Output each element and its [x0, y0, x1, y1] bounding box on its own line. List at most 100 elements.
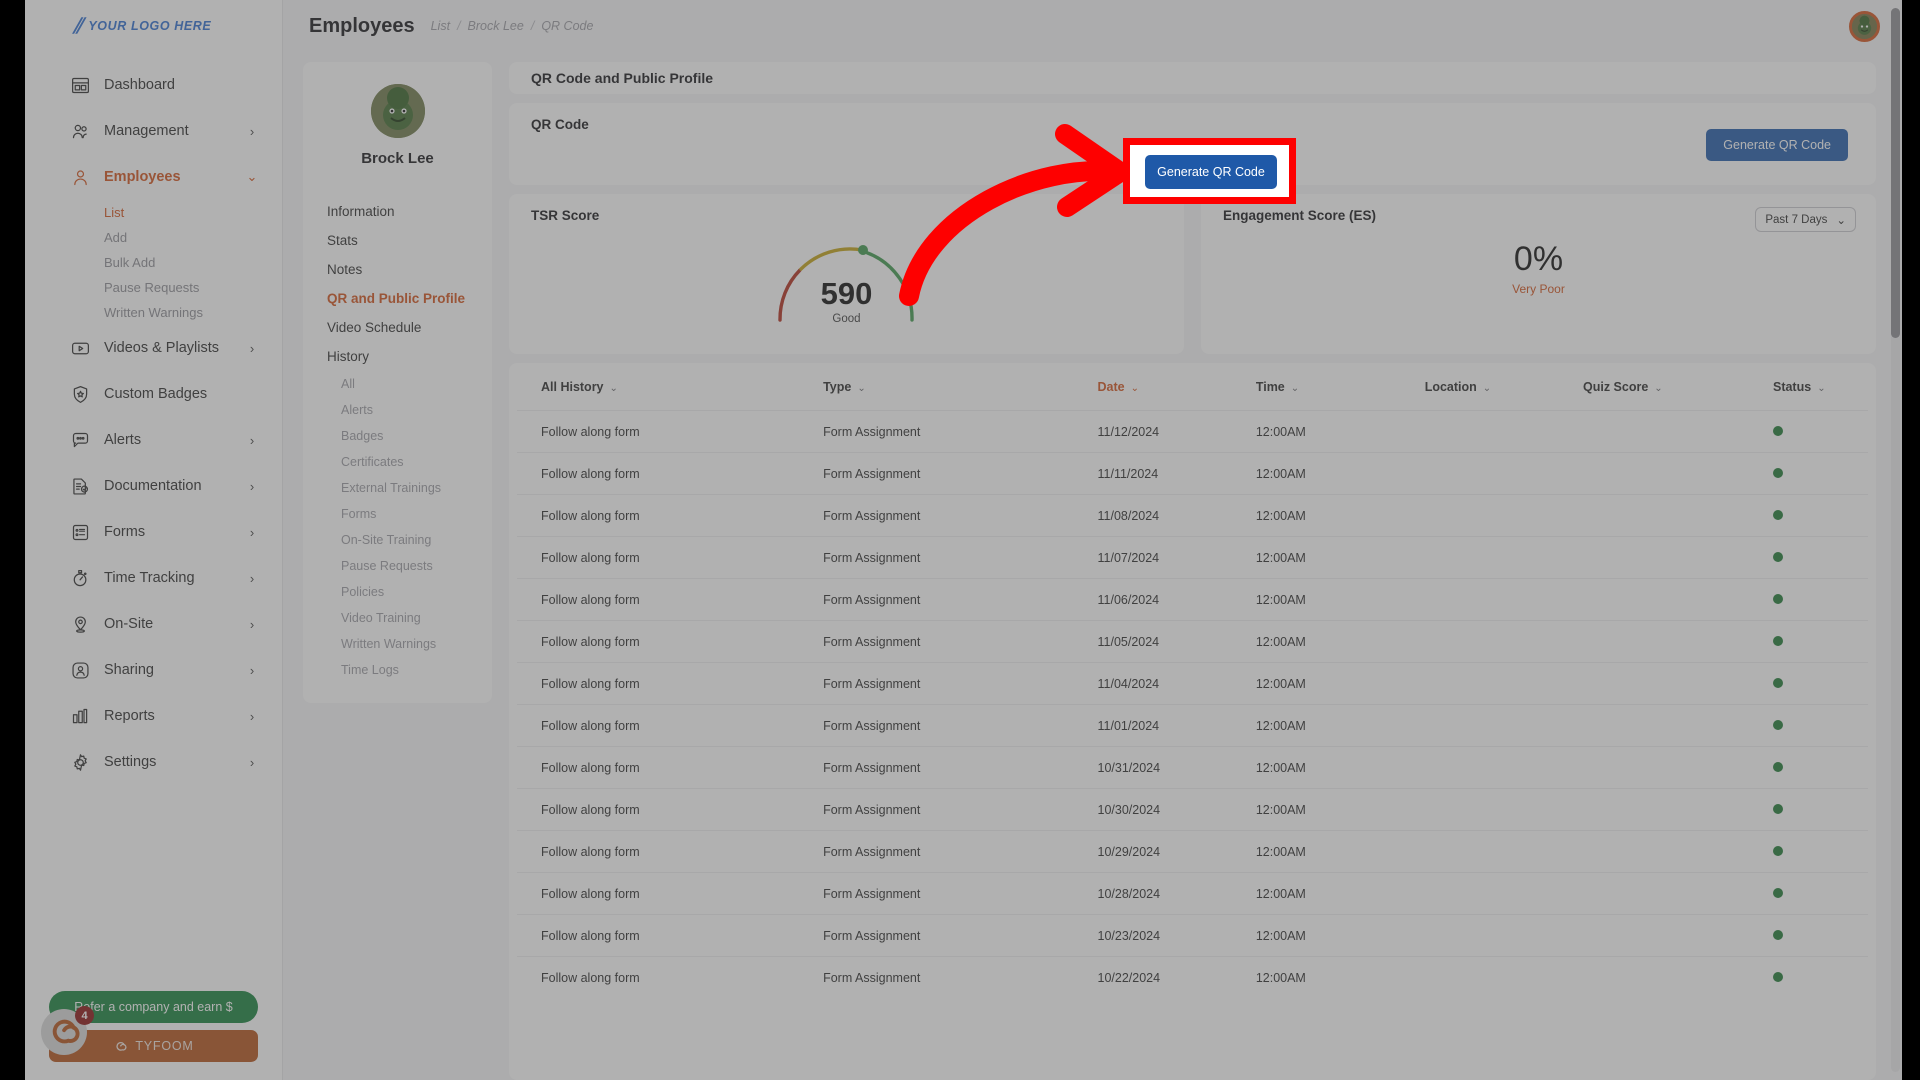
history-subitem-pause-requests[interactable]: Pause Requests — [319, 553, 476, 579]
sidebar-item-sharing[interactable]: Sharing › — [25, 647, 282, 693]
map-pin-icon — [69, 613, 91, 635]
sidebar-subitem-list[interactable]: List — [25, 200, 282, 225]
cell-status — [1773, 495, 1868, 537]
dashboard-icon — [69, 74, 91, 96]
sidebar-item-employees[interactable]: Employees ⌄ — [25, 154, 282, 200]
avatar[interactable] — [1849, 11, 1880, 42]
history-subitem-written-warnings[interactable]: Written Warnings — [319, 631, 476, 657]
cell-name: Follow along form — [517, 621, 823, 663]
table-row[interactable]: Follow along formForm Assignment11/05/20… — [517, 621, 1868, 663]
sidebar-item-label: Employees — [104, 169, 246, 185]
breadcrumb-item-brock-lee[interactable]: Brock Lee — [468, 19, 524, 33]
table-row[interactable]: Follow along formForm Assignment11/01/20… — [517, 705, 1868, 747]
cell-name: Follow along form — [517, 789, 823, 831]
table-head: All History⌄ Type⌄ Date⌄ Time ⌄ — [517, 363, 1868, 411]
table-row[interactable]: Follow along formForm Assignment11/11/20… — [517, 453, 1868, 495]
table-row[interactable]: Follow along formForm Assignment11/12/20… — [517, 411, 1868, 453]
breadcrumb-item-qr-code[interactable]: QR Code — [541, 19, 593, 33]
time-range-select[interactable]: Past 7 Days ⌄ — [1755, 207, 1856, 232]
history-subitem-policies[interactable]: Policies — [319, 579, 476, 605]
history-table: All History⌄ Type⌄ Date⌄ Time ⌄ — [517, 363, 1868, 998]
cell-name: Follow along form — [517, 747, 823, 789]
column-header-time[interactable]: Time ⌄ — [1256, 363, 1425, 411]
table-row[interactable]: Follow along formForm Assignment11/08/20… — [517, 495, 1868, 537]
cell-location — [1425, 915, 1583, 957]
sidebar-subitem-bulk-add[interactable]: Bulk Add — [25, 250, 282, 275]
sidebar-item-forms[interactable]: Forms › — [25, 509, 282, 555]
profile-tab-stats[interactable]: Stats — [319, 226, 476, 255]
sidebar-item-on-site[interactable]: On-Site › — [25, 601, 282, 647]
table-row[interactable]: Follow along formForm Assignment11/07/20… — [517, 537, 1868, 579]
cell-type: Form Assignment — [823, 873, 1097, 915]
cell-status — [1773, 873, 1868, 915]
chat-bubble-icon — [69, 429, 91, 451]
history-subitem-time-logs[interactable]: Time Logs — [319, 657, 476, 683]
sidebar-item-label: Custom Badges — [104, 386, 246, 402]
history-subitem-certificates[interactable]: Certificates — [319, 449, 476, 475]
sidebar-item-alerts[interactable]: Alerts › — [25, 417, 282, 463]
profile-tab-notes[interactable]: Notes — [319, 255, 476, 284]
sidebar-item-label: Documentation — [104, 478, 246, 494]
column-header-location[interactable]: Location⌄ — [1425, 363, 1583, 411]
chevron-right-icon: › — [246, 479, 258, 494]
employee-avatar[interactable] — [371, 84, 425, 138]
column-header-date[interactable]: Date⌄ — [1098, 363, 1256, 411]
profile-tab-qr-and-public-profile[interactable]: QR and Public Profile — [319, 284, 476, 313]
profile-tab-history[interactable]: History — [319, 342, 476, 371]
history-subitem-alerts[interactable]: Alerts — [319, 397, 476, 423]
chevron-down-icon: ⌄ — [610, 383, 618, 394]
cell-date: 11/07/2024 — [1098, 537, 1256, 579]
sidebar-item-time-tracking[interactable]: Time Tracking › — [25, 555, 282, 601]
history-subitem-external-trainings[interactable]: External Trainings — [319, 475, 476, 501]
page-scrollbar-track[interactable] — [1891, 8, 1900, 1072]
sidebar-item-custom-badges[interactable]: Custom Badges — [25, 371, 282, 417]
generate-qr-code-button[interactable]: Generate QR Code — [1706, 129, 1848, 161]
table-row[interactable]: Follow along formForm Assignment10/31/20… — [517, 747, 1868, 789]
page-scrollbar-thumb[interactable] — [1891, 8, 1900, 338]
cell-type: Form Assignment — [823, 621, 1097, 663]
cell-time: 12:00AM — [1256, 579, 1425, 621]
sidebar-subitem-written-warnings[interactable]: Written Warnings — [25, 300, 282, 325]
logo-text: YOUR LOGO HERE — [88, 19, 211, 33]
sidebar-item-management[interactable]: Management › — [25, 108, 282, 154]
table-row[interactable]: Follow along formForm Assignment11/04/20… — [517, 663, 1868, 705]
chevron-down-icon: ⌄ — [1836, 213, 1846, 227]
column-label: Time — [1256, 380, 1285, 394]
engagement-readout: 0% Very Poor — [1201, 242, 1876, 296]
sidebar-subitem-add[interactable]: Add — [25, 225, 282, 250]
table-row[interactable]: Follow along formForm Assignment10/22/20… — [517, 957, 1868, 999]
cell-location — [1425, 537, 1583, 579]
table-row[interactable]: Follow along formForm Assignment10/30/20… — [517, 789, 1868, 831]
table-row[interactable]: Follow along formForm Assignment10/28/20… — [517, 873, 1868, 915]
profile-tab-video-schedule[interactable]: Video Schedule — [319, 313, 476, 342]
chevron-down-icon: ⌄ — [246, 169, 258, 185]
sidebar-item-documentation[interactable]: Documentation › — [25, 463, 282, 509]
gauge-marker-dot — [858, 245, 868, 255]
history-subitem-video-training[interactable]: Video Training — [319, 605, 476, 631]
table-row[interactable]: Follow along formForm Assignment10/23/20… — [517, 915, 1868, 957]
column-header-status[interactable]: Status⌄ — [1773, 363, 1868, 411]
column-header-type[interactable]: Type⌄ — [823, 363, 1097, 411]
app-logo[interactable]: ⫽ YOUR LOGO HERE — [25, 0, 282, 52]
chevron-down-icon: ⌄ — [1291, 383, 1299, 394]
column-header-all-history[interactable]: All History⌄ — [517, 363, 823, 411]
sidebar-item-reports[interactable]: Reports › — [25, 693, 282, 739]
column-header-quiz-score[interactable]: Quiz Score⌄ — [1583, 363, 1773, 411]
bar-chart-icon — [69, 705, 91, 727]
table-row[interactable]: Follow along formForm Assignment11/06/20… — [517, 579, 1868, 621]
share-person-icon — [69, 659, 91, 681]
list-form-icon — [69, 521, 91, 543]
sidebar-subitem-pause-requests[interactable]: Pause Requests — [25, 275, 282, 300]
breadcrumb-item-list[interactable]: List — [431, 19, 450, 33]
history-subitem-all[interactable]: All — [319, 371, 476, 397]
history-subitem-forms[interactable]: Forms — [319, 501, 476, 527]
sidebar-item-dashboard[interactable]: Dashboard — [25, 62, 282, 108]
sidebar-nav: Dashboard Management › Employees ⌄ List … — [25, 52, 282, 991]
profile-tab-information[interactable]: Information — [319, 197, 476, 226]
engagement-score-value: 0% — [1201, 242, 1876, 276]
sidebar-item-videos-playlists[interactable]: Videos & Playlists › — [25, 325, 282, 371]
table-row[interactable]: Follow along formForm Assignment10/29/20… — [517, 831, 1868, 873]
history-subitem-badges[interactable]: Badges — [319, 423, 476, 449]
sidebar-item-settings[interactable]: Settings › — [25, 739, 282, 785]
history-subitem-on-site-training[interactable]: On-Site Training — [319, 527, 476, 553]
